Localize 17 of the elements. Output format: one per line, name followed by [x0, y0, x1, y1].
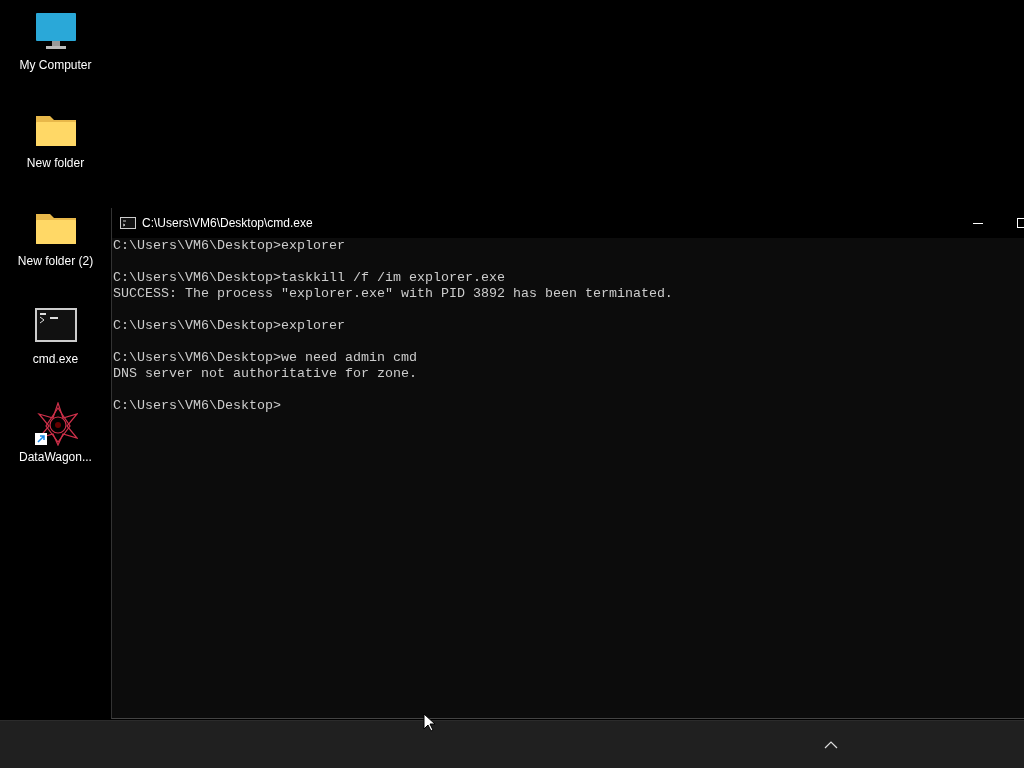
console-line: SUCCESS: The process "explorer.exe" with PID 3892 has been terminated. — [113, 286, 673, 301]
icon-label[interactable]: cmd.exe — [17, 352, 94, 367]
icon-label[interactable]: DataWagon... — [17, 450, 94, 465]
console-line: C:\Users\VM6\Desktop> — [113, 398, 281, 413]
icon-label[interactable]: New folder (2) — [17, 254, 94, 269]
icon-label[interactable]: New folder — [17, 156, 94, 171]
console-line: C:\Users\VM6\Desktop>explorer — [113, 318, 345, 333]
terminal-icon — [120, 217, 136, 229]
console-line: C:\Users\VM6\Desktop>we need admin cmd — [113, 350, 417, 365]
console-line: C:\Users\VM6\Desktop>taskkill /f /im explorer.exe — [113, 270, 505, 285]
window-title: C:\Users\VM6\Desktop\cmd.exe — [142, 216, 314, 230]
icon-label[interactable]: My Computer — [17, 58, 94, 73]
maximize-icon[interactable] — [1017, 218, 1024, 228]
console-line: C:\Users\VM6\Desktop>explorer — [113, 238, 345, 253]
chevron-up-icon[interactable] — [824, 741, 838, 749]
star-shortcut-icon — [33, 402, 78, 446]
console-line: DNS server not authoritative for zone. — [113, 366, 417, 381]
